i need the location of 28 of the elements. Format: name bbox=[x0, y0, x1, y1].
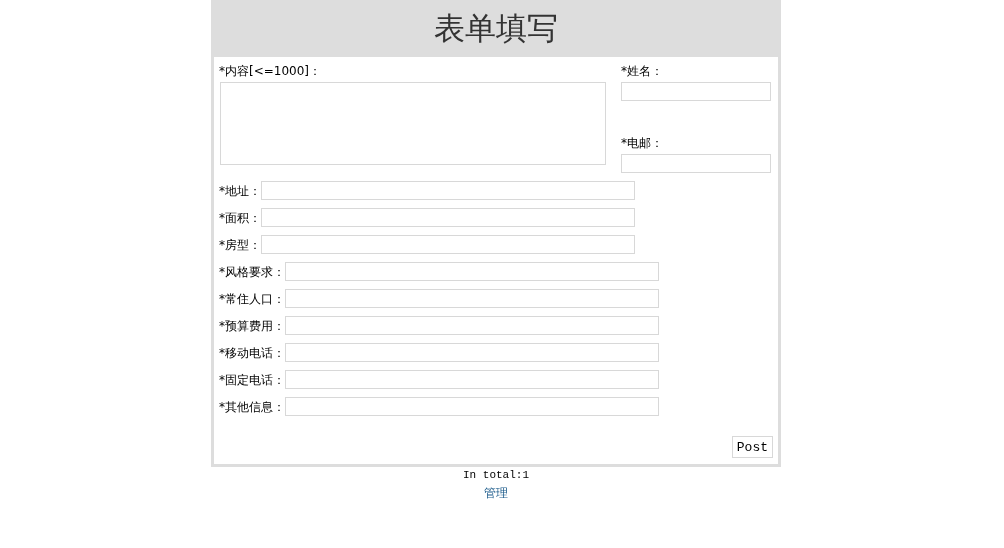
field-label: *电邮： bbox=[621, 136, 664, 150]
field-label: *房型： bbox=[219, 237, 261, 252]
field-label: *风格要求： bbox=[219, 264, 285, 279]
total-count: In total:1 bbox=[463, 469, 529, 481]
field-label: *面积： bbox=[219, 210, 261, 225]
input-field[interactable] bbox=[285, 343, 659, 362]
input-field[interactable] bbox=[261, 181, 635, 200]
input-field[interactable] bbox=[285, 397, 659, 416]
content-textarea[interactable] bbox=[220, 82, 606, 165]
field-label: *常住人口： bbox=[219, 291, 285, 306]
input-field[interactable] bbox=[285, 370, 659, 389]
field-label: *地址： bbox=[219, 183, 261, 198]
post-button[interactable]: Post bbox=[731, 436, 773, 458]
field-label: *移动电话： bbox=[219, 345, 285, 360]
input-field[interactable] bbox=[285, 262, 659, 281]
form-title: 表单填写 bbox=[434, 8, 558, 48]
field-label: *姓名： bbox=[621, 64, 664, 78]
manage-link[interactable]: 管理 bbox=[484, 485, 508, 502]
field-label: *内容[<=1000]： bbox=[219, 64, 322, 78]
input-field[interactable] bbox=[261, 235, 635, 254]
field-label: *预算费用： bbox=[219, 318, 285, 333]
input-field[interactable] bbox=[261, 208, 635, 227]
input-field[interactable] bbox=[285, 289, 659, 308]
field-label: *固定电话： bbox=[219, 372, 285, 387]
input-field[interactable] bbox=[621, 154, 771, 173]
input-field[interactable] bbox=[285, 316, 659, 335]
input-field[interactable] bbox=[621, 82, 771, 101]
field-label: *其他信息： bbox=[219, 399, 285, 414]
